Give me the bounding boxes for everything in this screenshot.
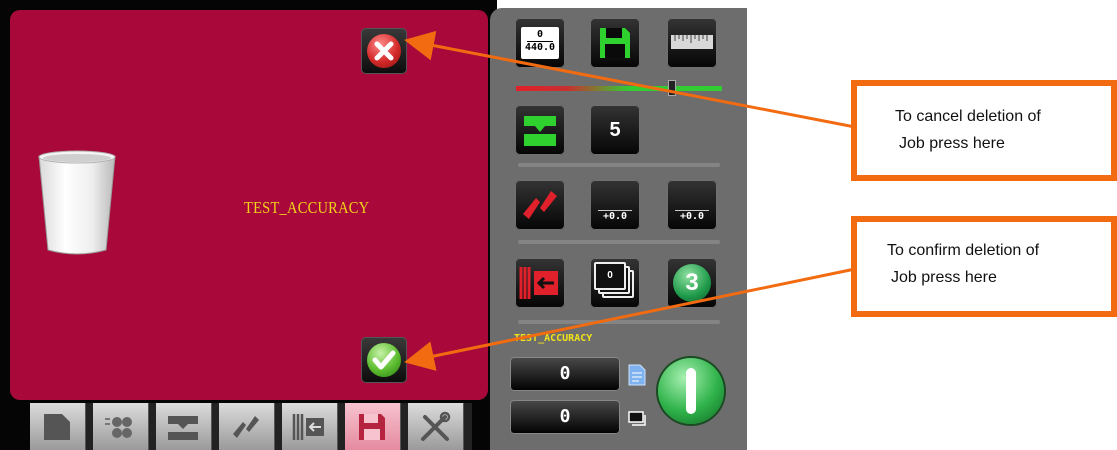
sheet-size-icon: 0 440.0 [521, 27, 559, 59]
tab-job[interactable] [30, 403, 86, 450]
stack-value: 0 [594, 262, 626, 290]
confirm-callout-line2: Job press here [891, 269, 997, 286]
blades-icon [523, 191, 557, 219]
measure-ruler-button[interactable] [667, 18, 717, 68]
confirm-callout: To confirm deletion of Job press here [851, 216, 1117, 317]
start-button[interactable] [658, 358, 724, 424]
position-indicator-bar [516, 86, 722, 91]
cross-icon [367, 34, 401, 68]
sheet-size-top: 0 [527, 29, 553, 42]
feed-icon [292, 414, 324, 440]
divider [518, 163, 720, 167]
divider [518, 240, 720, 244]
job-name-label: TEST_ACCURACY [244, 198, 370, 217]
active-job-label: TEST_ACCURACY [514, 333, 593, 344]
tab-rollers[interactable] [93, 403, 149, 450]
stage-button[interactable]: 3 [667, 258, 717, 308]
save-job-button[interactable] [590, 18, 640, 68]
gripper-button[interactable] [515, 105, 565, 155]
sheet-size-button[interactable]: 0 440.0 [515, 18, 565, 68]
stack-icon [628, 411, 646, 426]
right-offset-button[interactable]: +0.0 [667, 180, 717, 230]
right-offset-value: +0.0 [675, 210, 709, 222]
tab-tools[interactable] [408, 403, 464, 450]
divider [518, 320, 720, 324]
floppy-disk-icon [600, 28, 630, 58]
feed-icon [519, 267, 558, 299]
stage-value: 3 [673, 264, 711, 302]
stack-button[interactable]: 0 [590, 258, 640, 308]
side-control-panel: 0 440.0 5 +0.0 +0.0 0 3 TEST_ACCURACY 0 … [490, 8, 747, 450]
bottom-tab-bar [30, 403, 472, 450]
sheet-counter[interactable]: 0 [510, 357, 620, 391]
document-icon [628, 364, 646, 386]
start-icon [686, 368, 696, 414]
tab-blades[interactable] [219, 403, 275, 450]
cancel-callout: To cancel deletion of Job press here [851, 80, 1117, 181]
gripper-icon [524, 116, 556, 146]
tools-icon [421, 411, 451, 441]
confirm-callout-line1: To confirm deletion of [887, 242, 1040, 259]
cancel-delete-button[interactable] [361, 28, 407, 74]
blades-button[interactable] [515, 180, 565, 230]
rollers-icon [105, 417, 132, 438]
count-button[interactable]: 5 [590, 105, 640, 155]
sheet-size-value: 440.0 [524, 42, 556, 53]
tab-feed[interactable] [282, 403, 338, 450]
stack-counter[interactable]: 0 [510, 400, 620, 434]
left-offset-button[interactable]: +0.0 [590, 180, 640, 230]
tab-gripper[interactable] [156, 403, 212, 450]
floppy-disk-icon [359, 414, 385, 440]
left-offset-value: +0.0 [598, 210, 632, 222]
ruler-icon [671, 35, 713, 49]
cancel-callout-line1: To cancel deletion of [895, 108, 1041, 125]
tab-save[interactable] [345, 403, 401, 450]
blades-icon [233, 416, 259, 438]
position-indicator-marker[interactable] [668, 80, 676, 96]
feed-button[interactable] [515, 258, 565, 308]
gripper-icon [168, 416, 198, 440]
trash-can-icon [36, 150, 118, 261]
cancel-callout-line2: Job press here [899, 135, 1005, 152]
checkmark-icon [367, 343, 401, 377]
page-icon [44, 414, 70, 440]
count-value: 5 [609, 119, 621, 141]
confirm-delete-button[interactable] [361, 337, 407, 383]
delete-job-dialog: TEST_ACCURACY [10, 10, 488, 400]
